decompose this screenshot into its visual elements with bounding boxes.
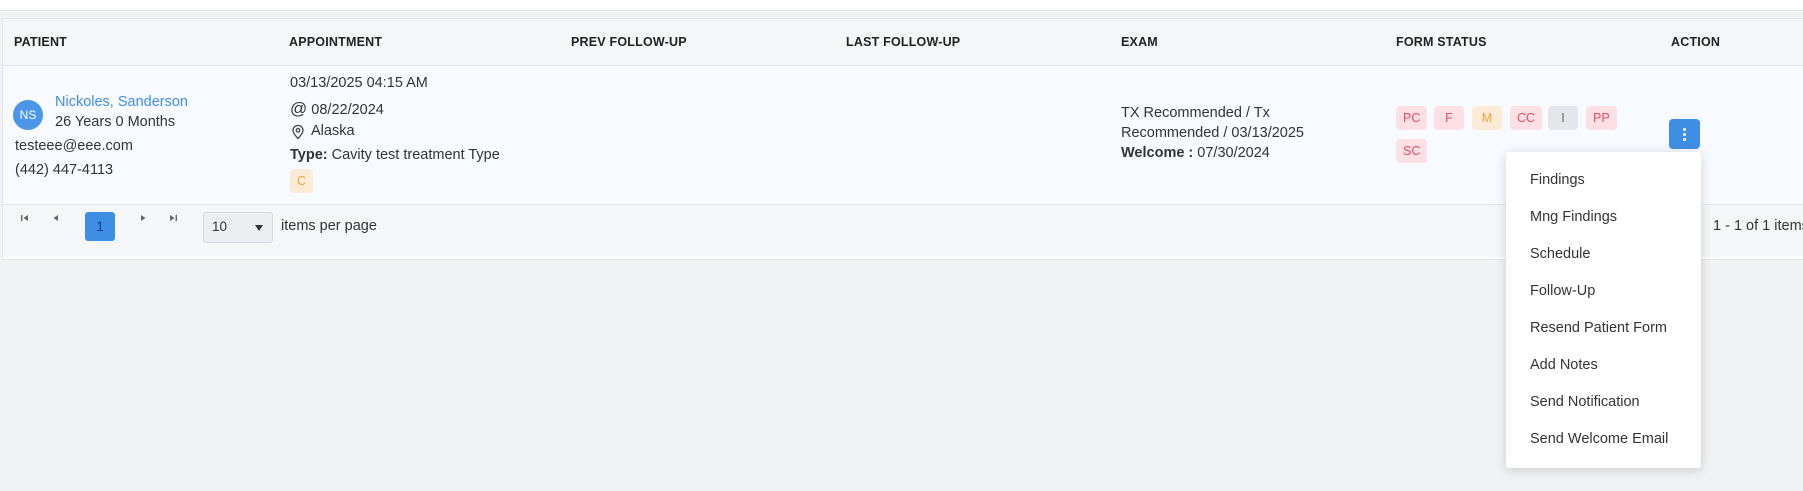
patient-name-link[interactable]: Nickoles, Sanderson	[55, 94, 188, 110]
exam-line-2: Recommended / 03/13/2025	[1121, 125, 1304, 141]
form-status-f[interactable]: F	[1434, 106, 1464, 130]
patient-phone: (442) 447-4113	[15, 162, 114, 178]
top-strip	[0, 0, 1803, 11]
chevron-down-icon	[255, 225, 263, 231]
menu-item-add-notes[interactable]: Add Notes	[1530, 357, 1598, 373]
page-1-button[interactable]: 1	[85, 212, 115, 241]
patient-age: 26 Years 0 Months	[55, 114, 176, 130]
table-header: PATIENT APPOINTMENT PREV FOLLOW-UP LAST …	[3, 19, 1803, 66]
appointment-chip: C	[290, 169, 314, 193]
menu-item-send-notification[interactable]: Send Notification	[1530, 394, 1640, 410]
header-exam[interactable]: EXAM	[1121, 35, 1158, 49]
form-status-sc[interactable]: SC	[1396, 139, 1428, 163]
menu-item-mng-findings[interactable]: Mng Findings	[1530, 209, 1617, 225]
appointment-at-date: 08/22/2024	[311, 102, 384, 118]
menu-item-schedule[interactable]: Schedule	[1530, 246, 1590, 262]
next-page-icon[interactable]	[136, 211, 150, 225]
items-per-page-label: items per page	[281, 218, 377, 234]
type-label: Type:	[290, 147, 328, 163]
header-appointment[interactable]: APPOINTMENT	[289, 35, 382, 49]
avatar: NS	[13, 100, 43, 130]
pagination-summary: 1 - 1 of 1 items	[1713, 218, 1803, 234]
header-form-status[interactable]: FORM STATUS	[1396, 35, 1487, 49]
row-action-button[interactable]	[1669, 119, 1700, 149]
location-pin-icon	[292, 124, 304, 140]
menu-item-follow-up[interactable]: Follow-Up	[1530, 283, 1595, 299]
menu-item-send-welcome-email[interactable]: Send Welcome Email	[1530, 431, 1668, 447]
header-prev-follow-up[interactable]: PREV FOLLOW-UP	[571, 35, 687, 49]
at-prefix: @	[290, 99, 308, 118]
action-menu: Findings Mng Findings Schedule Follow-Up…	[1506, 152, 1701, 468]
form-status-pc[interactable]: PC	[1396, 106, 1428, 130]
exam-line-1: TX Recommended / Tx	[1121, 105, 1270, 121]
form-status-cc[interactable]: CC	[1510, 106, 1543, 130]
form-status-m[interactable]: M	[1472, 106, 1502, 130]
header-action: ACTION	[1671, 35, 1721, 49]
welcome-label: Welcome :	[1121, 145, 1194, 161]
form-status-i[interactable]: I	[1548, 106, 1578, 130]
page-size-select[interactable]: 10	[203, 212, 273, 243]
prev-page-icon[interactable]	[49, 211, 63, 225]
last-page-icon[interactable]	[166, 211, 180, 225]
first-page-icon[interactable]	[18, 211, 32, 225]
form-status-pp[interactable]: PP	[1586, 106, 1617, 130]
exam-welcome-line: Welcome : 07/30/2024	[1121, 145, 1270, 161]
appointment-type-line: Type: Cavity test treatment Type	[290, 147, 500, 163]
header-last-follow-up[interactable]: LAST FOLLOW-UP	[846, 35, 960, 49]
type-value: Cavity test treatment Type	[331, 147, 500, 163]
patient-email: testeee@eee.com	[15, 138, 133, 154]
appointment-location: Alaska	[311, 123, 355, 139]
header-patient[interactable]: PATIENT	[14, 35, 67, 49]
appointment-at-line: @ 08/22/2024	[290, 99, 384, 119]
page-size-value: 10	[212, 219, 228, 234]
appointment-datetime: 03/13/2025 04:15 AM	[290, 75, 428, 91]
welcome-date: 07/30/2024	[1197, 145, 1270, 161]
menu-item-resend-patient-form[interactable]: Resend Patient Form	[1530, 320, 1667, 336]
menu-item-findings[interactable]: Findings	[1530, 172, 1585, 188]
